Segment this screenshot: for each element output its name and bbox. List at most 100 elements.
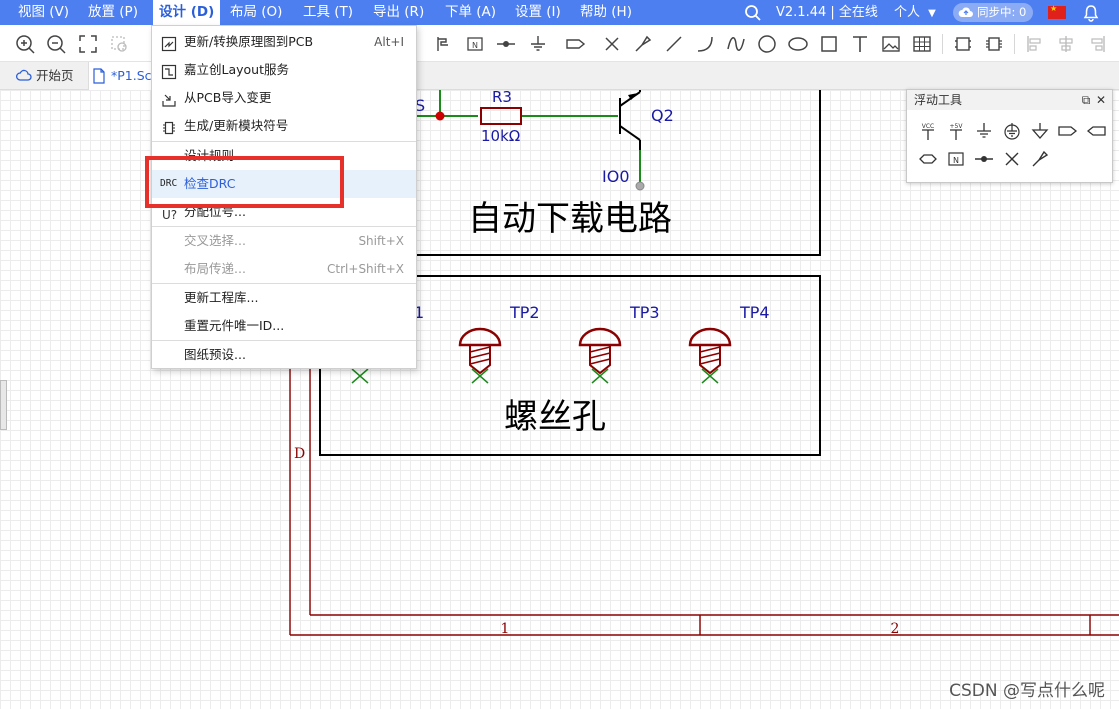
menu-settings[interactable]: 设置 (I) <box>509 0 567 25</box>
line-icon[interactable] <box>663 33 685 55</box>
menu-item-label: 交叉选择... <box>184 233 246 248</box>
net-port-out-icon[interactable] <box>1057 120 1079 142</box>
arc-icon[interactable] <box>694 33 716 55</box>
menu-help[interactable]: 帮助 (H) <box>574 0 638 25</box>
net-flag-icon[interactable] <box>433 33 455 55</box>
resistor-r3[interactable] <box>480 107 522 125</box>
layout-service-icon <box>161 62 177 80</box>
align-left-icon[interactable] <box>1024 33 1046 55</box>
probe-icon[interactable] <box>632 33 654 55</box>
menu-item-update-to-pcb[interactable]: 更新/转换原理图到PCB Alt+I <box>152 28 416 56</box>
probe-icon[interactable] <box>1029 148 1051 170</box>
svg-text:N: N <box>953 156 959 165</box>
align-center-icon[interactable] <box>1055 33 1077 55</box>
no-connect-x-icon[interactable] <box>601 33 623 55</box>
menu-item-sheet-presets[interactable]: 图纸预设... <box>152 341 416 369</box>
screw-hole-tp4 <box>688 327 732 384</box>
caret-down-icon: ▼ <box>928 8 936 19</box>
no-connect-box-icon[interactable]: N <box>464 33 486 55</box>
net-port-icon[interactable] <box>565 33 587 55</box>
sheet-symbol-icon[interactable] <box>952 33 974 55</box>
zoom-out-icon[interactable] <box>45 33 67 55</box>
ground-icon[interactable] <box>973 120 995 142</box>
menu-item-layout-service[interactable]: 嘉立创Layout服务 <box>152 56 416 84</box>
rectangle-icon[interactable] <box>818 33 840 55</box>
tp2-label: TP2 <box>509 303 540 322</box>
menu-item-label: 生成/更新模块符号 <box>184 118 289 133</box>
close-icon[interactable]: ✕ <box>1095 90 1107 110</box>
image-icon[interactable] <box>880 33 902 55</box>
chip-icon[interactable] <box>983 33 1005 55</box>
junction-icon[interactable] <box>973 148 995 170</box>
frame-col-label: 1 <box>501 621 510 637</box>
tab-start-page[interactable]: 开始页 <box>14 62 84 90</box>
menu-item-label: 布局传递... <box>184 261 246 276</box>
block1-title: 自动下载电路 <box>468 199 672 239</box>
menu-item-generate-module-symbol[interactable]: 生成/更新模块符号 <box>152 112 416 140</box>
screw-hole-tp1 <box>351 368 369 384</box>
ground-icon[interactable] <box>527 33 549 55</box>
shortcut-label: Shift+X <box>358 234 404 248</box>
plus5v-icon[interactable]: +5V <box>945 120 967 142</box>
search-icon[interactable] <box>744 4 762 22</box>
menu-item-import-from-pcb[interactable]: 从PCB导入变更 <box>152 84 416 112</box>
earth-ground-icon[interactable] <box>1001 120 1023 142</box>
sync-label: 同步中: 0 <box>977 5 1027 19</box>
fit-view-icon[interactable] <box>77 33 99 55</box>
signal-ground-icon[interactable] <box>1029 120 1051 142</box>
cloud-icon <box>16 69 32 81</box>
pin-endpoint <box>635 181 645 191</box>
zoom-selection-icon[interactable] <box>108 33 130 55</box>
align-right-icon[interactable] <box>1086 33 1108 55</box>
no-connect-box-icon[interactable]: N <box>945 148 967 170</box>
menu-item-reset-unique-id[interactable]: 重置元件唯一ID... <box>152 312 416 340</box>
circle-icon[interactable] <box>756 33 778 55</box>
ellipse-icon[interactable] <box>787 33 809 55</box>
net-label-io0: IO0 <box>602 167 630 186</box>
menu-item-cross-select[interactable]: 交叉选择... Shift+X <box>152 227 416 255</box>
sync-status-button[interactable]: 同步中: 0 <box>953 3 1033 22</box>
menu-design[interactable]: 设计 (D) <box>153 0 221 25</box>
transistor-ref: Q2 <box>651 106 674 125</box>
screw-hole-tp3 <box>578 327 622 384</box>
tab-schematic-p1[interactable]: *P1.Sc <box>88 62 152 90</box>
user-label: 个人 <box>894 5 921 20</box>
text-tool-icon[interactable] <box>849 33 871 55</box>
menu-item-label: 图纸预设... <box>184 347 246 362</box>
import-icon <box>161 90 177 107</box>
panel-collapse-handle[interactable] <box>0 380 7 430</box>
no-connect-x-icon[interactable] <box>1001 148 1023 170</box>
user-menu[interactable]: 个人 ▼ <box>894 0 936 25</box>
menu-order[interactable]: 下单 (A) <box>439 0 502 25</box>
bell-icon[interactable] <box>1082 4 1100 22</box>
menu-item-label: 从PCB导入变更 <box>184 90 272 105</box>
junction-icon[interactable] <box>495 33 517 55</box>
floating-tools-header[interactable]: 浮动工具 ⧉ ✕ <box>907 90 1112 110</box>
svg-text:VCC: VCC <box>922 123 934 130</box>
highlight-annotation-box <box>145 156 344 208</box>
menu-item-label: 更新/转换原理图到PCB <box>184 34 314 49</box>
menu-tools[interactable]: 工具 (T) <box>297 0 359 25</box>
table-icon[interactable] <box>911 33 933 55</box>
tp4-label: TP4 <box>739 303 770 322</box>
bezier-icon[interactable] <box>725 33 747 55</box>
floating-tools-panel: 浮动工具 ⧉ ✕ VCC +5V N <box>906 89 1113 183</box>
tab-label: *P1.Sc <box>111 68 152 83</box>
menu-place[interactable]: 放置 (P) <box>82 0 144 25</box>
cloud-upload-icon <box>958 7 973 18</box>
convert-pcb-icon <box>161 34 177 52</box>
menu-item-label: 重置元件唯一ID... <box>184 318 285 333</box>
restore-icon[interactable]: ⧉ <box>1080 90 1092 110</box>
menu-export[interactable]: 导出 (R) <box>367 0 430 25</box>
menu-item-layout-transfer[interactable]: 布局传递... Ctrl+Shift+X <box>152 255 416 283</box>
net-port-bidir-icon[interactable] <box>917 148 939 170</box>
menu-layout[interactable]: 布局 (O) <box>224 0 288 25</box>
zoom-in-icon[interactable] <box>14 33 36 55</box>
frame-row-label: D <box>294 446 305 462</box>
vcc-icon[interactable]: VCC <box>917 120 939 142</box>
menu-view[interactable]: 视图 (V) <box>12 0 75 25</box>
menu-item-update-project-library[interactable]: 更新工程库... <box>152 284 416 312</box>
net-port-in-icon[interactable] <box>1085 120 1107 142</box>
language-flag-icon[interactable] <box>1048 4 1066 19</box>
block2-title: 螺丝孔 <box>504 397 606 437</box>
